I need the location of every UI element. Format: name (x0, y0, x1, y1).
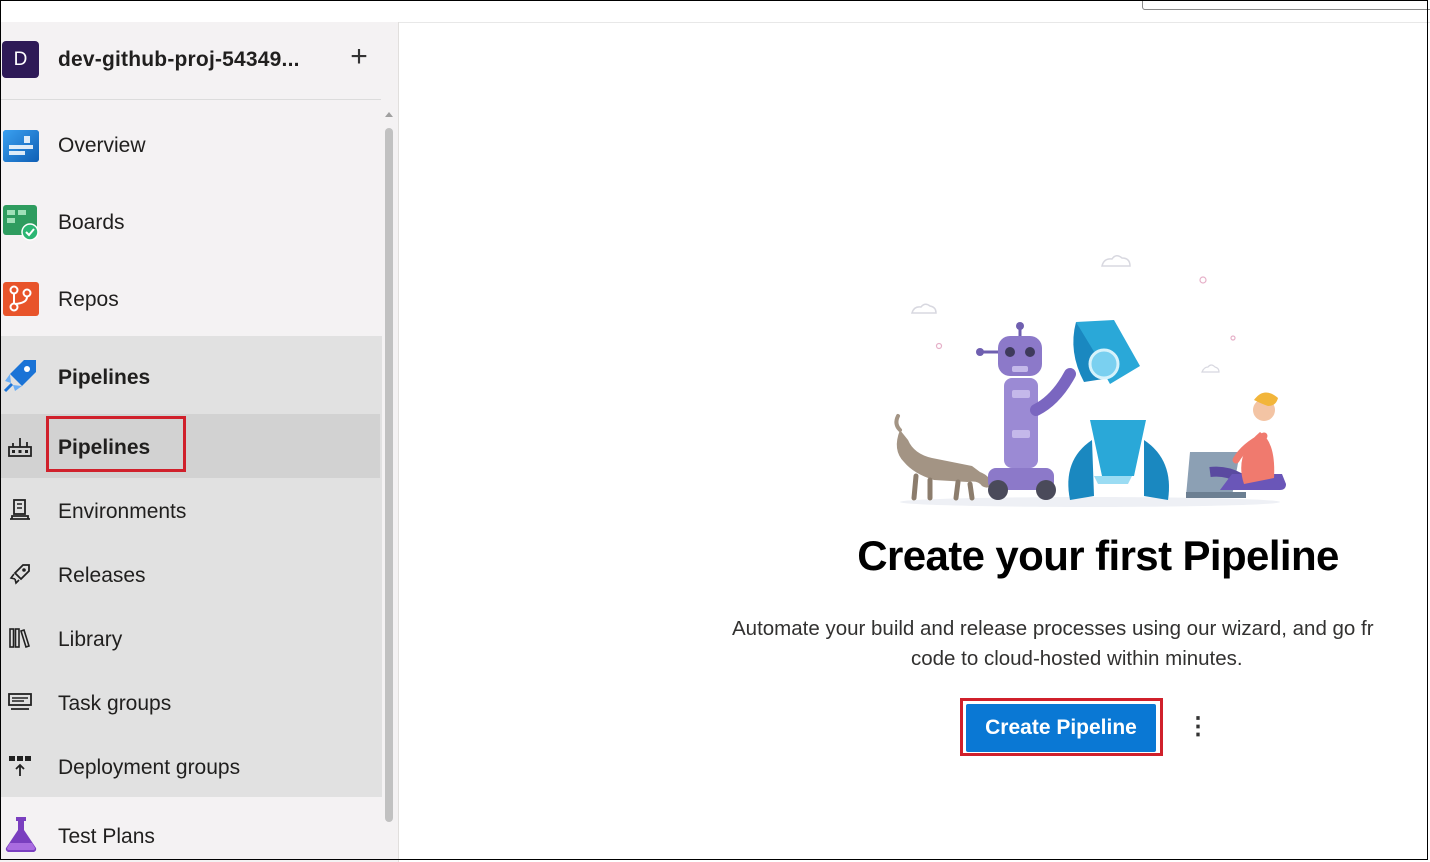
pipeline-illustration (894, 255, 1286, 507)
sidebar-item-label: Library (58, 628, 123, 651)
sidebar-subitem-releases[interactable]: Releases (0, 544, 382, 606)
add-icon[interactable]: + (344, 40, 374, 74)
description-line: code to cloud-hosted within minutes. (911, 647, 1243, 670)
sidebar-item-label: Repos (58, 288, 119, 311)
scrollbar-thumb[interactable] (385, 128, 393, 822)
test-plans-icon (5, 817, 37, 853)
project-avatar: D (2, 41, 39, 78)
sidebar-subitem-deployment-groups[interactable]: Deployment groups (0, 736, 382, 798)
scroll-up-icon[interactable] (385, 112, 393, 117)
sidebar-item-label: Deployment groups (58, 756, 241, 779)
highlight-box (46, 416, 186, 472)
sidebar-subitem-environments[interactable]: Environments (0, 480, 382, 542)
sidebar-item-repos[interactable]: Repos (0, 274, 382, 330)
sidebar-item-label: Releases (58, 564, 146, 587)
page-description: Automate your build and release processe… (730, 614, 1430, 674)
sidebar-item-label: Task groups (58, 692, 172, 715)
sidebar-item-overview[interactable]: Overview (0, 120, 382, 176)
highlight-box (960, 698, 1163, 756)
more-options-icon[interactable]: ⋮ (1186, 712, 1210, 742)
overview-icon (3, 130, 39, 162)
pipelines-sub-icon (8, 438, 32, 457)
task-groups-icon (8, 693, 32, 710)
pipelines-icon (3, 360, 36, 393)
boards-icon (3, 205, 39, 241)
library-icon (9, 628, 30, 649)
repos-icon (3, 282, 39, 316)
deployment-groups-icon (9, 756, 31, 776)
project-header[interactable]: D dev-github-proj-54349... + (0, 22, 382, 100)
sidebar-item-label: Test Plans (58, 825, 155, 848)
releases-icon (9, 564, 30, 585)
project-name[interactable]: dev-github-proj-54349... (58, 48, 300, 72)
top-bar (0, 0, 1430, 23)
page-title: Create your first Pipeline (857, 532, 1339, 579)
sidebar-scrollbar[interactable] (382, 112, 396, 852)
sidebar-subitem-library[interactable]: Library (0, 608, 382, 670)
sidebar-item-label: Overview (58, 134, 146, 157)
sidebar-item-boards[interactable]: Boards (0, 197, 382, 253)
description-line: Automate your build and release processe… (732, 617, 1374, 640)
sidebar-item-pipelines[interactable]: Pipelines (0, 352, 382, 406)
environments-icon (10, 499, 30, 520)
divider (0, 99, 381, 100)
sidebar-item-test-plans[interactable]: Test Plans (0, 807, 382, 862)
sidebar: D dev-github-proj-54349... + Overview Bo… (0, 22, 399, 862)
sidebar-item-label: Boards (58, 211, 125, 234)
sidebar-item-label: Pipelines (58, 366, 151, 389)
search-box-edge[interactable] (1142, 0, 1430, 10)
sidebar-subitem-task-groups[interactable]: Task groups (0, 672, 382, 734)
sidebar-item-label: Environments (58, 500, 187, 523)
